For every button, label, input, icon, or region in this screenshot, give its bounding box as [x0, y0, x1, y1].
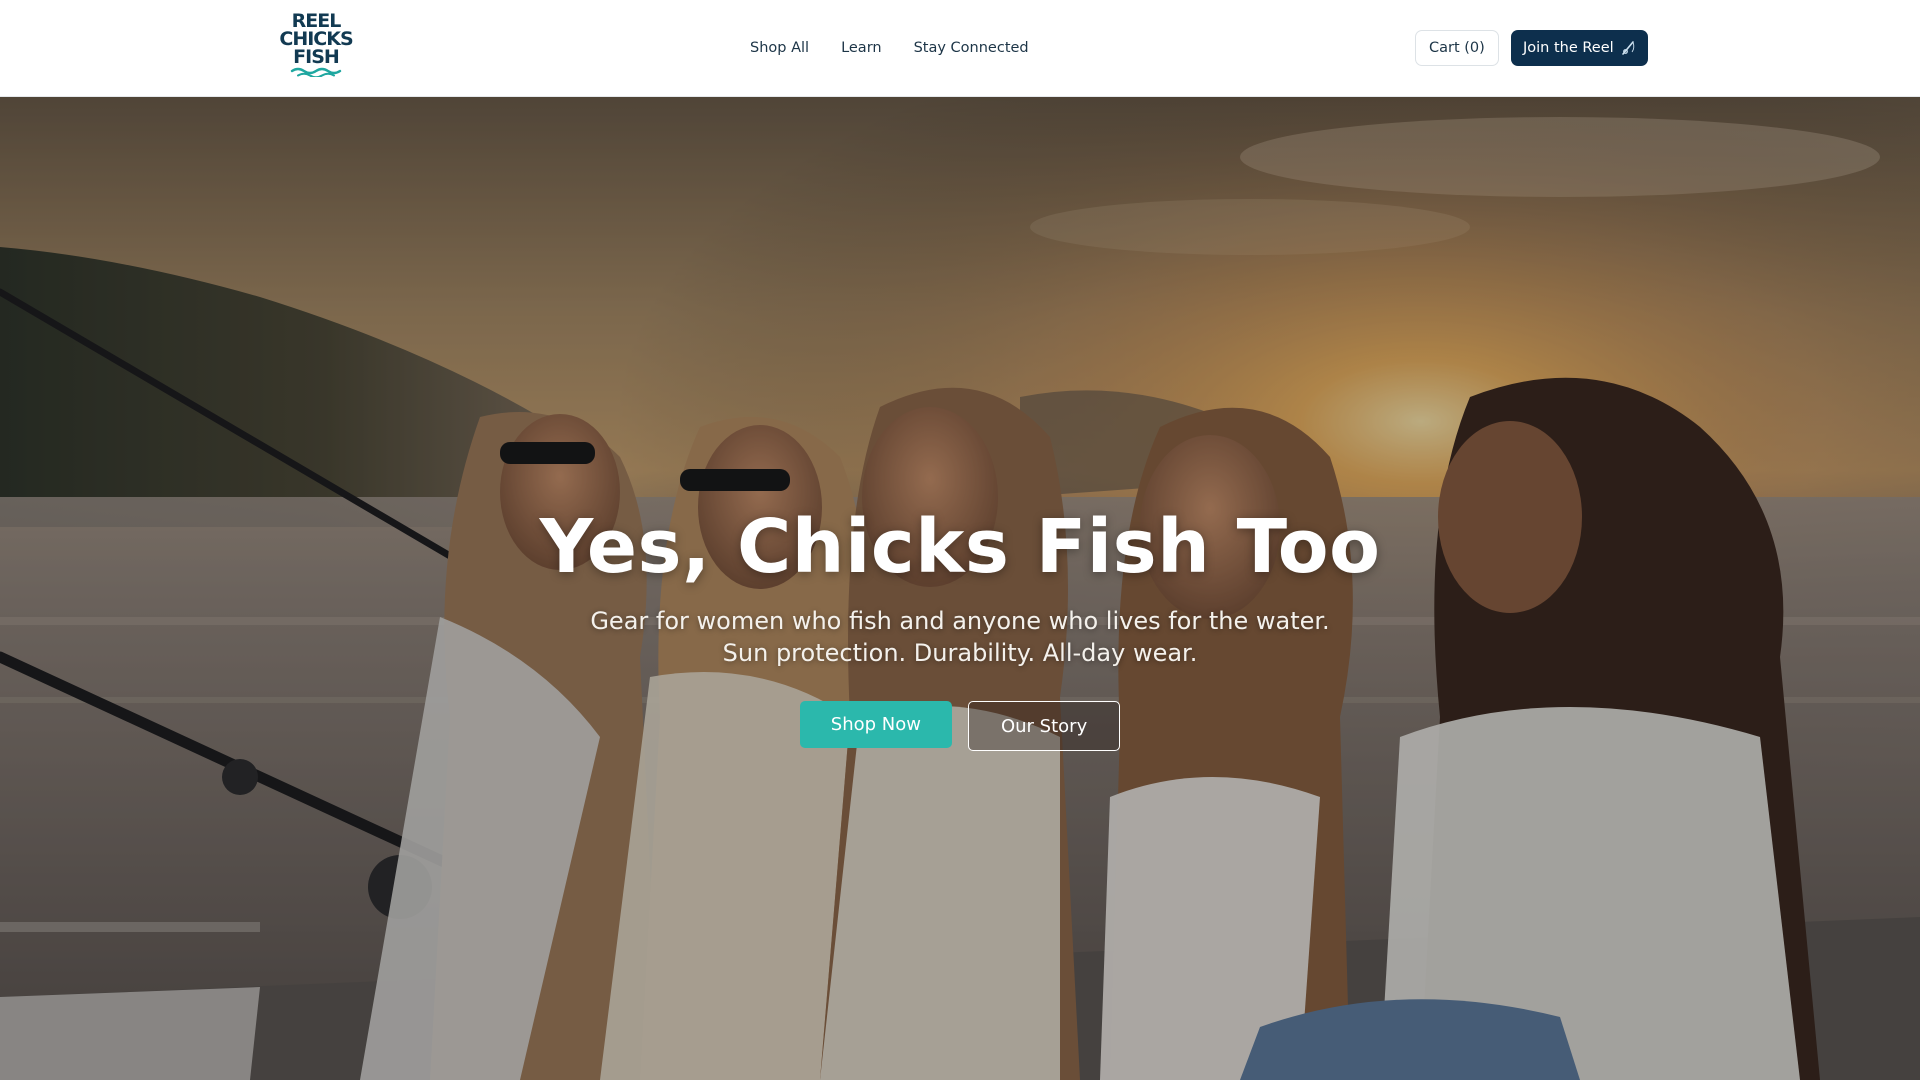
join-button-label: Join the Reel — [1523, 40, 1614, 56]
our-story-button[interactable]: Our Story — [967, 701, 1121, 751]
join-the-reel-button[interactable]: Join the Reel — [1511, 30, 1648, 66]
logo-word-fish: FISH — [293, 46, 340, 68]
brand-logo[interactable]: REEL CHICKS FISH — [279, 12, 354, 86]
hero-section: Yes, Chicks Fish Too Gear for women who … — [0, 97, 1920, 1080]
nav-shop-all[interactable]: Shop All — [750, 40, 809, 56]
hero-subtitle-line-2: Sun protection. Durability. All-day wear… — [722, 639, 1198, 667]
site-header: REEL CHICKS FISH Shop All Learn Stay Con… — [0, 0, 1920, 97]
main-nav: Shop All Learn Stay Connected — [750, 36, 1029, 60]
fishing-rod-icon — [1621, 41, 1634, 55]
hero-subtitle: Gear for women who fish and anyone who l… — [0, 605, 1920, 669]
shop-now-button[interactable]: Shop Now — [799, 701, 952, 748]
hero-title: Yes, Chicks Fish Too — [539, 504, 1381, 590]
nav-stay-connected[interactable]: Stay Connected — [914, 40, 1029, 56]
nav-learn[interactable]: Learn — [841, 40, 882, 56]
hero-actions: Shop Now Our Story — [0, 701, 1920, 751]
cart-button[interactable]: Cart (0) — [1415, 30, 1499, 66]
logo-waves-icon — [290, 67, 342, 77]
hero-content: Yes, Chicks Fish Too Gear for women who … — [0, 505, 1920, 751]
hero-subtitle-line-1: Gear for women who fish and anyone who l… — [590, 607, 1330, 635]
